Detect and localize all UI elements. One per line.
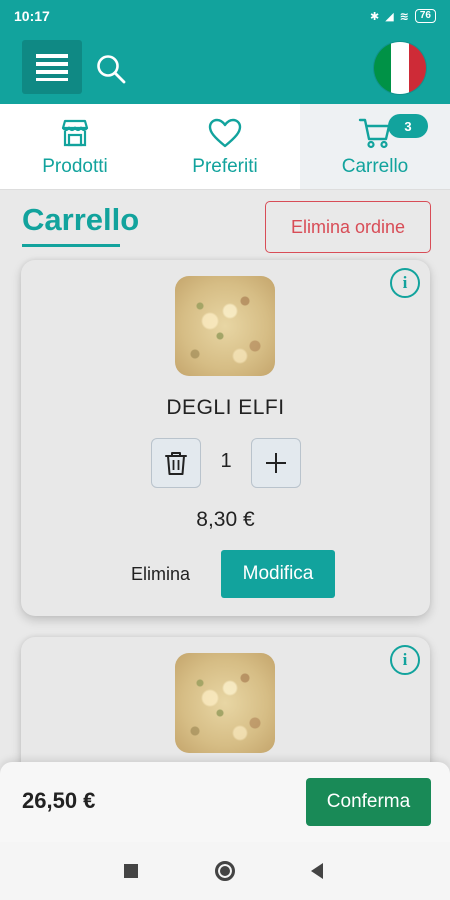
recent-apps-icon[interactable] (124, 864, 138, 878)
tab-preferiti-label: Preferiti (192, 155, 258, 177)
flag-red-stripe (408, 42, 426, 94)
app-bar (0, 32, 450, 104)
quantity-value: 1 (220, 450, 232, 472)
status-icons: ✱ ◢ ≋ 76 (370, 9, 436, 23)
status-time: 10:17 (14, 8, 50, 24)
confirm-order-button[interactable]: Conferma (306, 778, 431, 826)
delete-quantity-button[interactable] (151, 438, 201, 488)
battery-icon: 76 (414, 9, 436, 23)
product-image (175, 276, 275, 376)
language-flag-button[interactable] (374, 42, 426, 94)
cart-count-badge: 3 (388, 114, 428, 138)
tab-prodotti[interactable]: Prodotti (0, 104, 150, 189)
store-icon (59, 116, 91, 150)
search-button[interactable] (92, 50, 130, 88)
flag-green-stripe (374, 42, 392, 94)
tab-carrello-label: Carrello (341, 155, 409, 177)
delete-order-button[interactable]: Elimina ordine (265, 201, 431, 253)
tab-preferiti[interactable]: Preferiti (150, 104, 300, 189)
back-icon[interactable] (311, 863, 323, 879)
order-summary-bar: 26,50 € Conferma (0, 762, 450, 842)
hamburger-menu-icon (36, 54, 68, 81)
remove-item-button[interactable]: Elimina (131, 564, 190, 585)
info-icon[interactable]: i (390, 645, 420, 675)
tab-prodotti-label: Prodotti (42, 155, 108, 177)
main-tabs: Prodotti Preferiti Carrello 3 (0, 104, 450, 190)
system-navigation-bar (0, 842, 450, 900)
bluetooth-icon: ✱ (369, 10, 380, 23)
title-underline (22, 244, 120, 247)
cart-item-card: i DEGLI ELFI 1 8,30 € Elimina Modifica (21, 260, 430, 616)
quantity-stepper: 1 (151, 438, 301, 488)
increase-quantity-button[interactable] (251, 438, 301, 488)
wifi-icon: ≋ (399, 10, 409, 23)
home-icon[interactable] (215, 861, 235, 881)
product-price: 8,30 € (196, 508, 255, 531)
status-bar: 10:17 ✱ ◢ ≋ 76 (0, 0, 450, 32)
signal-icon: ◢ (385, 10, 394, 23)
flag-white-stripe (391, 42, 409, 94)
product-image (175, 653, 275, 753)
search-icon (97, 55, 126, 84)
cart-icon (358, 116, 392, 150)
info-icon[interactable]: i (390, 268, 420, 298)
page-title: Carrello (22, 202, 140, 237)
heart-icon (208, 116, 242, 150)
edit-item-button[interactable]: Modifica (221, 550, 335, 598)
order-total: 26,50 € (22, 788, 96, 813)
trash-icon (165, 452, 187, 475)
tab-carrello[interactable]: Carrello 3 (300, 104, 450, 189)
product-name: DEGLI ELFI (166, 396, 285, 419)
plus-icon (266, 453, 286, 473)
menu-button[interactable] (22, 40, 82, 94)
